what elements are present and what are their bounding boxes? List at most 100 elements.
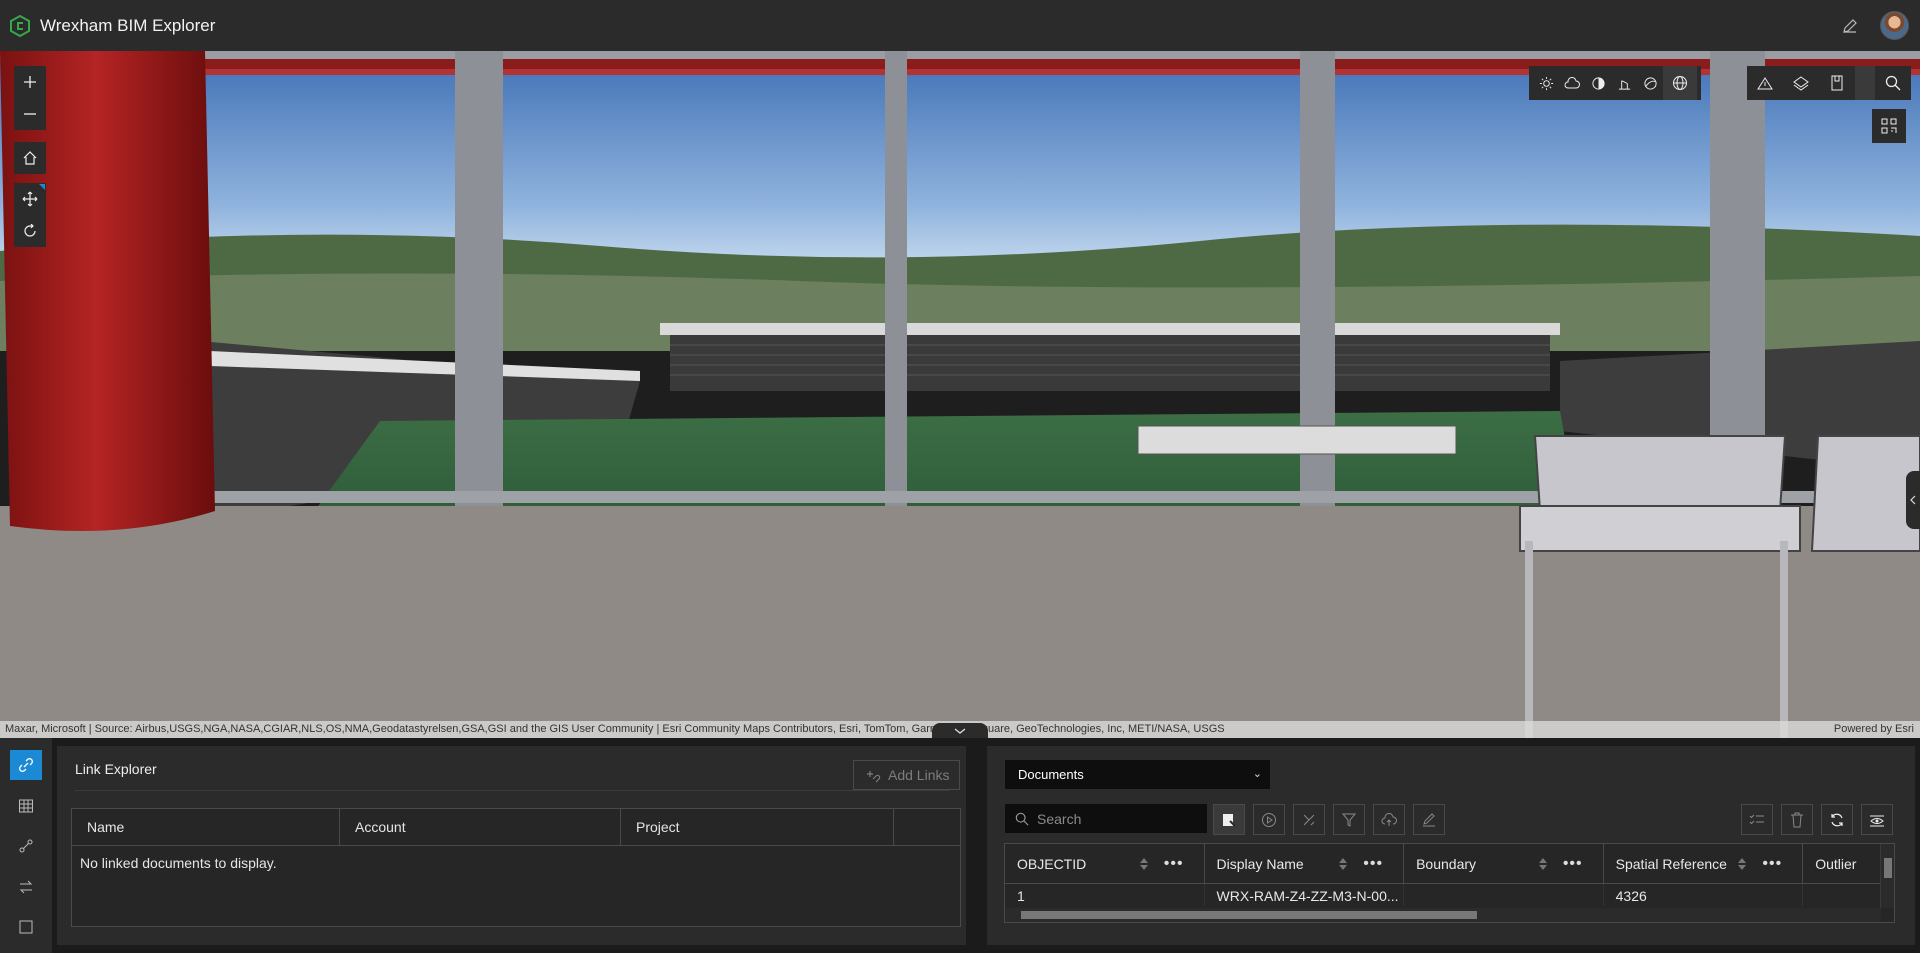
pan-button[interactable] bbox=[14, 183, 46, 215]
sort-icon bbox=[1738, 858, 1747, 870]
search-input[interactable] bbox=[1037, 810, 1197, 827]
column-label: Display Name bbox=[1216, 856, 1304, 872]
analysis-toolbar bbox=[1529, 66, 1701, 100]
table-icon bbox=[19, 799, 33, 813]
horizontal-scrollbar[interactable] bbox=[1005, 908, 1881, 922]
scene-view[interactable]: Maxar, Microsoft | Source: Airbus,USGS,N… bbox=[0, 51, 1920, 738]
cell-spatial-reference: 4326 bbox=[1604, 884, 1804, 906]
qr-code-button[interactable] bbox=[1872, 109, 1906, 143]
chevron-down-icon: ⌄ bbox=[1252, 768, 1262, 780]
delete-icon bbox=[1791, 812, 1803, 827]
vertical-scrollbar[interactable] bbox=[1880, 844, 1894, 908]
line-of-sight-button[interactable] bbox=[1611, 66, 1637, 100]
add-links-button[interactable]: Add Links bbox=[853, 760, 960, 790]
scroll-thumb[interactable] bbox=[1021, 911, 1477, 919]
bookmark-button[interactable] bbox=[1819, 66, 1855, 100]
column-display-name[interactable]: Display Name ••• bbox=[1205, 844, 1405, 884]
documents-panel: Documents ⌄ Search OBJECTID ••• Display … bbox=[987, 746, 1915, 945]
link-explorer-tab[interactable] bbox=[10, 750, 42, 780]
select-all-icon bbox=[1749, 814, 1764, 824]
zoom-to-button[interactable] bbox=[1293, 804, 1325, 835]
basemap-gallery-button[interactable] bbox=[1663, 66, 1697, 100]
link-explorer-panel: Link Explorer Add Links Name Account Pro… bbox=[57, 746, 966, 945]
slice-button[interactable] bbox=[1637, 66, 1663, 100]
slice-icon bbox=[1643, 76, 1657, 90]
column-label: Spatial Reference bbox=[1615, 856, 1727, 872]
chevron-down-icon bbox=[954, 727, 966, 734]
navigation-toggle bbox=[14, 183, 46, 247]
table-row[interactable]: 1 WRX-RAM-Z4-ZZ-M3-N-00... 4326 bbox=[1005, 884, 1894, 906]
column-menu-icon[interactable]: ••• bbox=[1363, 844, 1383, 884]
visibility-button[interactable] bbox=[1861, 804, 1893, 835]
column-objectid[interactable]: OBJECTID ••• bbox=[1005, 844, 1205, 884]
play-button[interactable] bbox=[1253, 804, 1285, 835]
column-project[interactable]: Project bbox=[621, 809, 894, 846]
column-spatial-reference[interactable]: Spatial Reference ••• bbox=[1604, 844, 1804, 884]
upload-button[interactable] bbox=[1373, 804, 1405, 835]
column-account[interactable]: Account bbox=[340, 809, 621, 846]
layers-button[interactable] bbox=[1783, 66, 1819, 100]
user-avatar[interactable] bbox=[1880, 11, 1909, 40]
delete-button[interactable] bbox=[1781, 804, 1813, 835]
swap-tab[interactable] bbox=[10, 872, 42, 902]
zoom-in-button[interactable] bbox=[14, 66, 46, 98]
powered-by-esri[interactable]: Powered by Esri bbox=[1834, 721, 1914, 738]
column-extra bbox=[894, 809, 960, 846]
empty-message: No linked documents to display. bbox=[80, 855, 277, 871]
bookmark-icon bbox=[1831, 75, 1843, 91]
documents-table: OBJECTID ••• Display Name ••• Boundary •… bbox=[1004, 843, 1895, 923]
swap-icon bbox=[19, 880, 33, 894]
select-all-button[interactable] bbox=[1741, 804, 1773, 835]
filter-button[interactable] bbox=[1333, 804, 1365, 835]
weather-button[interactable] bbox=[1559, 66, 1585, 100]
column-boundary[interactable]: Boundary ••• bbox=[1404, 844, 1604, 884]
connection-icon bbox=[19, 839, 33, 853]
layer-select[interactable]: Documents ⌄ bbox=[1005, 760, 1270, 789]
elevation-profile-button[interactable] bbox=[1747, 66, 1783, 100]
elevation-profile-icon bbox=[1757, 77, 1773, 90]
column-label: OBJECTID bbox=[1017, 856, 1087, 872]
shadow-cast-button[interactable] bbox=[1585, 66, 1611, 100]
stadium-scene-image bbox=[0, 51, 1920, 738]
layers-icon bbox=[1793, 76, 1809, 91]
show-selection-button[interactable] bbox=[1213, 804, 1245, 835]
play-icon bbox=[1262, 812, 1276, 827]
daylight-icon bbox=[1539, 76, 1553, 90]
shadow-cast-icon bbox=[1591, 76, 1605, 90]
square-tab[interactable] bbox=[10, 912, 42, 942]
link-icon bbox=[19, 758, 33, 772]
home-button[interactable] bbox=[14, 142, 46, 174]
weather-icon bbox=[1564, 77, 1580, 89]
edit-button[interactable] bbox=[1413, 804, 1445, 835]
column-label: Outlier bbox=[1815, 856, 1857, 872]
connection-tab[interactable] bbox=[10, 831, 42, 861]
attribution-text: Maxar, Microsoft | Source: Airbus,USGS,N… bbox=[5, 723, 1225, 735]
column-menu-icon[interactable]: ••• bbox=[1164, 844, 1184, 884]
show-selection-icon bbox=[1223, 813, 1236, 827]
cell-display-name: WRX-RAM-Z4-ZZ-M3-N-00... bbox=[1205, 884, 1405, 906]
column-menu-icon[interactable]: ••• bbox=[1563, 844, 1583, 884]
minus-icon bbox=[24, 113, 36, 115]
sort-icon bbox=[1339, 858, 1348, 870]
active-marker bbox=[39, 184, 45, 190]
scroll-thumb[interactable] bbox=[1884, 858, 1892, 878]
bottom-panel: Link Explorer Add Links Name Account Pro… bbox=[0, 738, 1920, 953]
rotate-icon bbox=[24, 224, 36, 237]
map-widgets-toolbar bbox=[1747, 66, 1911, 100]
refresh-button[interactable] bbox=[1821, 804, 1853, 835]
zoom-out-button[interactable] bbox=[14, 98, 46, 130]
rotate-button[interactable] bbox=[14, 215, 46, 247]
column-name[interactable]: Name bbox=[72, 809, 340, 846]
add-links-label: Add Links bbox=[888, 767, 950, 783]
edit-button[interactable] bbox=[1838, 14, 1862, 38]
search-button[interactable] bbox=[1875, 66, 1911, 100]
sort-icon bbox=[1139, 858, 1148, 870]
column-label: Boundary bbox=[1416, 856, 1477, 872]
column-menu-icon[interactable]: ••• bbox=[1762, 844, 1782, 884]
bottom-panel-toggle[interactable] bbox=[932, 723, 988, 738]
side-panel-toggle[interactable] bbox=[1906, 471, 1920, 529]
pencil-icon bbox=[1843, 19, 1857, 33]
link-explorer-title: Link Explorer bbox=[75, 761, 157, 777]
table-tab[interactable] bbox=[10, 791, 42, 821]
daylight-button[interactable] bbox=[1533, 66, 1559, 100]
